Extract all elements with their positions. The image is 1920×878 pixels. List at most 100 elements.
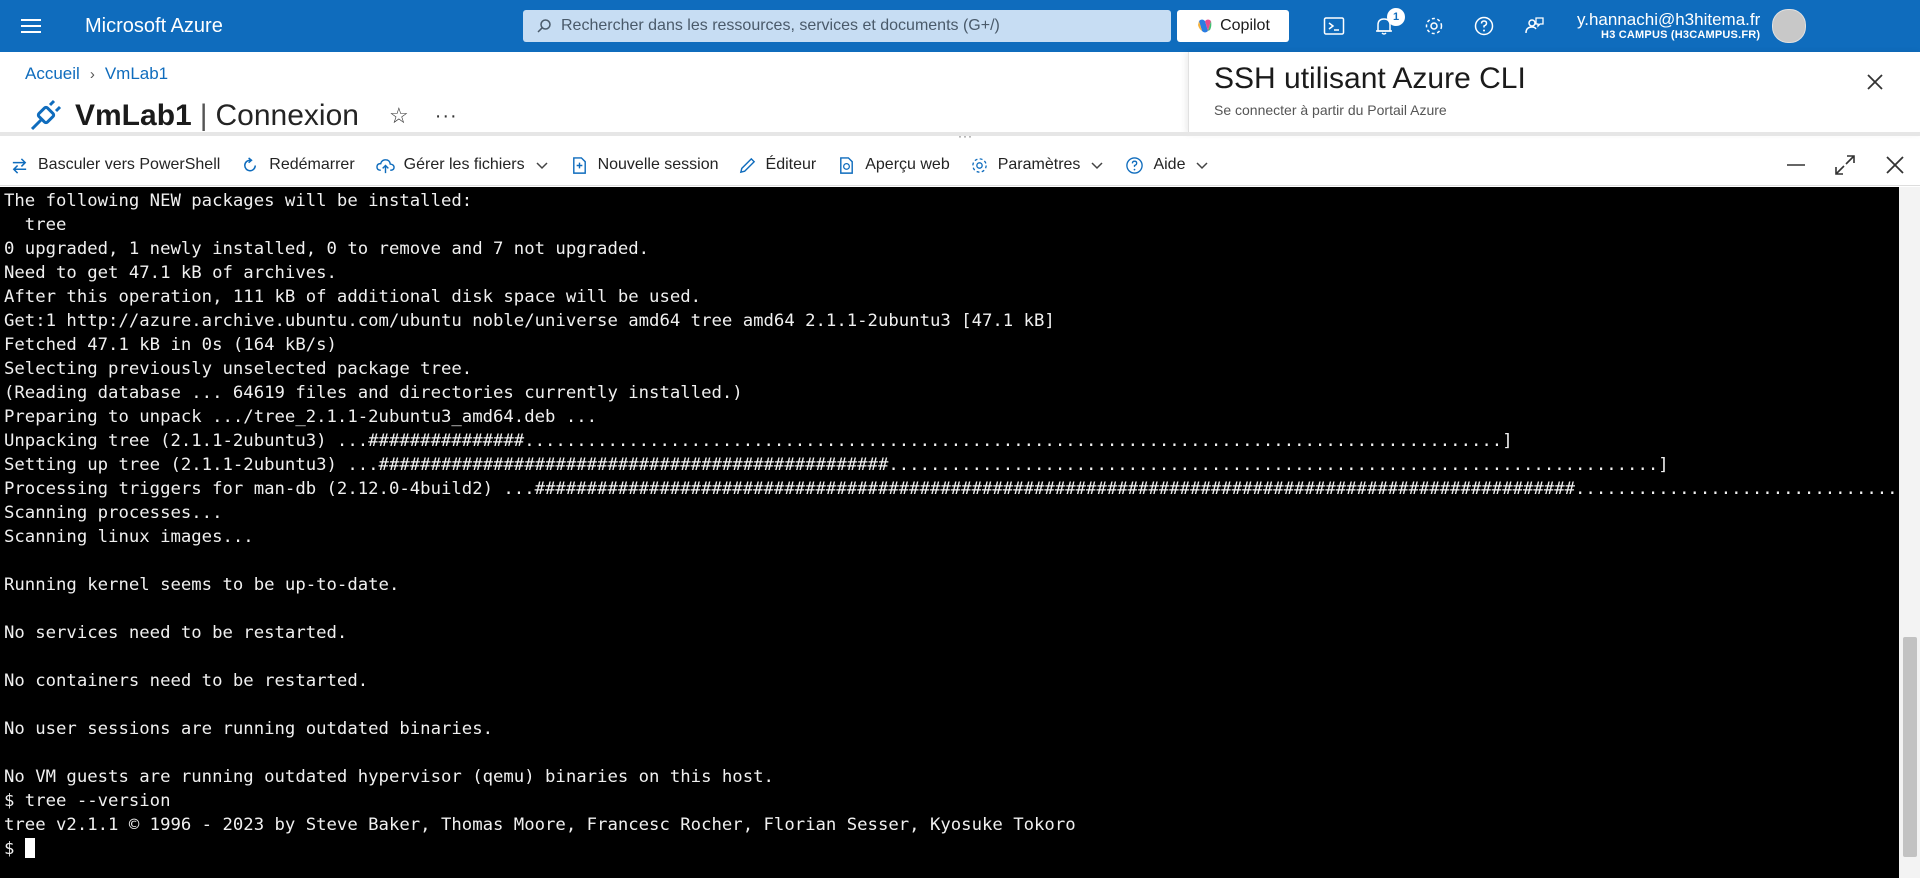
scrollbar-thumb[interactable] xyxy=(1903,637,1917,857)
copilot-button[interactable]: Copilot xyxy=(1177,10,1289,42)
terminal-line: (Reading database ... 64619 files and di… xyxy=(4,383,743,403)
terminal-line: Get:1 http://azure.archive.ubuntu.com/ub… xyxy=(4,311,1055,331)
terminal-line: No VM guests are running outdated hyperv… xyxy=(4,767,774,787)
more-options-button[interactable]: ··· xyxy=(435,105,458,128)
terminal-scrollbar[interactable] xyxy=(1899,187,1920,878)
editor-button[interactable]: Éditeur xyxy=(738,145,817,185)
cloud-upload-icon xyxy=(375,158,395,173)
web-preview-button[interactable]: Aperçu web xyxy=(837,145,950,185)
terminal-line: After this operation, 111 kB of addition… xyxy=(4,287,702,307)
chevron-down-icon xyxy=(1196,162,1208,170)
terminal-line: 0 upgraded, 1 newly installed, 0 to remo… xyxy=(4,239,650,259)
terminal-line: Need to get 47.1 kB of archives. xyxy=(4,263,337,283)
manage-files-dropdown[interactable]: Gérer les fichiers xyxy=(375,145,549,185)
maximize-button[interactable] xyxy=(1825,145,1865,185)
global-search[interactable] xyxy=(523,10,1171,42)
terminal-line: Preparing to unpack .../tree_2.1.1-2ubun… xyxy=(4,407,598,427)
azure-brand[interactable]: Microsoft Azure xyxy=(85,15,523,38)
web-preview-label: Aperçu web xyxy=(865,156,950,173)
feedback-icon xyxy=(1525,17,1544,34)
title-separator: | xyxy=(199,99,208,132)
terminal-line: No services need to be restarted. xyxy=(4,623,348,643)
manage-files-label: Gérer les fichiers xyxy=(403,156,525,173)
cloud-shell-toolbar: Basculer vers PowerShell Redémarrer Gére… xyxy=(0,145,1920,186)
minimize-icon xyxy=(1787,164,1805,166)
terminal-line: The following NEW packages will be insta… xyxy=(4,191,473,211)
azure-top-bar: Microsoft Azure Copilot xyxy=(0,0,1920,52)
terminal-line: $ tree --version xyxy=(4,791,171,811)
terminal-line: Setting up tree (2.1.1-2ubuntu3) ...####… xyxy=(4,455,1669,475)
chevron-down-icon xyxy=(536,162,548,170)
close-icon[interactable] xyxy=(1863,70,1887,94)
panel-title: SSH utilisant Azure CLI xyxy=(1214,62,1526,95)
portal-menu-button[interactable] xyxy=(0,0,62,52)
search-icon xyxy=(529,18,559,34)
terminal-line: Processing triggers for man-db (2.12.0-4… xyxy=(4,479,1899,499)
notifications-button[interactable]: 1 xyxy=(1359,0,1409,52)
cloud-shell-button[interactable] xyxy=(1309,0,1359,52)
breadcrumb-vm[interactable]: VmLab1 xyxy=(105,64,168,84)
terminal-cursor xyxy=(24,838,35,858)
minimize-button[interactable] xyxy=(1776,145,1816,185)
ssh-context-panel: SSH utilisant Azure CLI Se connecter à p… xyxy=(1188,52,1920,134)
help-dropdown[interactable]: Aide xyxy=(1125,145,1209,185)
terminal-line: Scanning processes... xyxy=(4,503,223,523)
settings-label: Paramètres xyxy=(997,156,1081,173)
help-label: Aide xyxy=(1153,156,1186,173)
breadcrumb-home[interactable]: Accueil xyxy=(25,64,80,84)
help-icon xyxy=(1474,16,1494,36)
new-session-icon xyxy=(572,156,586,174)
copilot-label: Copilot xyxy=(1220,17,1270,34)
account-menu[interactable]: y.hannachi@h3hitema.fr H3 CAMPUS (H3CAMP… xyxy=(1577,10,1760,42)
account-tenant: H3 CAMPUS (H3CAMPUS.FR) xyxy=(1601,29,1761,42)
terminal-icon xyxy=(1323,17,1345,35)
pencil-icon xyxy=(739,157,755,173)
switch-powershell-button[interactable]: Basculer vers PowerShell xyxy=(10,145,220,185)
chevron-right-icon: › xyxy=(89,65,95,83)
terminal-line: No containers need to be restarted. xyxy=(4,671,369,691)
terminal-line: Fetched 47.1 kB in 0s (164 kB/s) xyxy=(4,335,337,355)
page-title: VmLab1 xyxy=(75,99,192,132)
drag-handle-icon[interactable]: ··· xyxy=(958,129,973,143)
help-button[interactable] xyxy=(1459,0,1509,52)
gear-icon xyxy=(971,157,987,173)
feedback-button[interactable] xyxy=(1509,0,1559,52)
page-subtitle: Connexion xyxy=(215,99,359,132)
copilot-icon xyxy=(1198,19,1212,33)
notification-count-badge: 1 xyxy=(1387,8,1405,26)
restart-button[interactable]: Redémarrer xyxy=(241,145,355,185)
breadcrumb: Accueil › VmLab1 xyxy=(25,64,168,84)
editor-label: Éditeur xyxy=(765,156,817,173)
settings-dropdown[interactable]: Paramètres xyxy=(970,145,1105,185)
favorite-star-icon[interactable]: ☆ xyxy=(389,103,409,129)
close-shell-button[interactable] xyxy=(1875,145,1915,185)
chevron-down-icon xyxy=(1091,162,1103,170)
page-header: VmLab1 | Connexion ☆ ··· xyxy=(25,96,458,136)
terminal-line: Selecting previously unselected package … xyxy=(4,359,473,379)
terminal-prompt[interactable]: $ xyxy=(4,837,1899,861)
search-input[interactable] xyxy=(559,10,1171,42)
avatar[interactable] xyxy=(1772,9,1807,43)
new-session-label: Nouvelle session xyxy=(597,156,719,173)
gear-icon xyxy=(1425,17,1443,35)
terminal-output[interactable]: The following NEW packages will be insta… xyxy=(0,187,1899,878)
terminal-line: Scanning linux images... xyxy=(4,527,254,547)
settings-button[interactable] xyxy=(1409,0,1459,52)
restart-icon xyxy=(244,156,257,171)
panel-subtitle: Se connecter à partir du Portail Azure xyxy=(1214,102,1447,118)
prompt-symbol: $ xyxy=(4,839,25,859)
maximize-icon xyxy=(1835,155,1855,175)
terminal-line: Unpacking tree (2.1.1-2ubuntu3) ...#####… xyxy=(4,431,1513,451)
switch-powershell-label: Basculer vers PowerShell xyxy=(38,156,221,173)
hamburger-icon xyxy=(21,19,41,33)
restart-label: Redémarrer xyxy=(269,156,355,173)
terminal-line: tree xyxy=(4,215,67,235)
close-icon xyxy=(1886,156,1904,174)
new-session-button[interactable]: Nouvelle session xyxy=(570,145,719,185)
terminal-line: Running kernel seems to be up-to-date. xyxy=(4,575,400,595)
web-preview-icon xyxy=(840,156,854,174)
account-email: y.hannachi@h3hitema.fr xyxy=(1577,9,1761,29)
